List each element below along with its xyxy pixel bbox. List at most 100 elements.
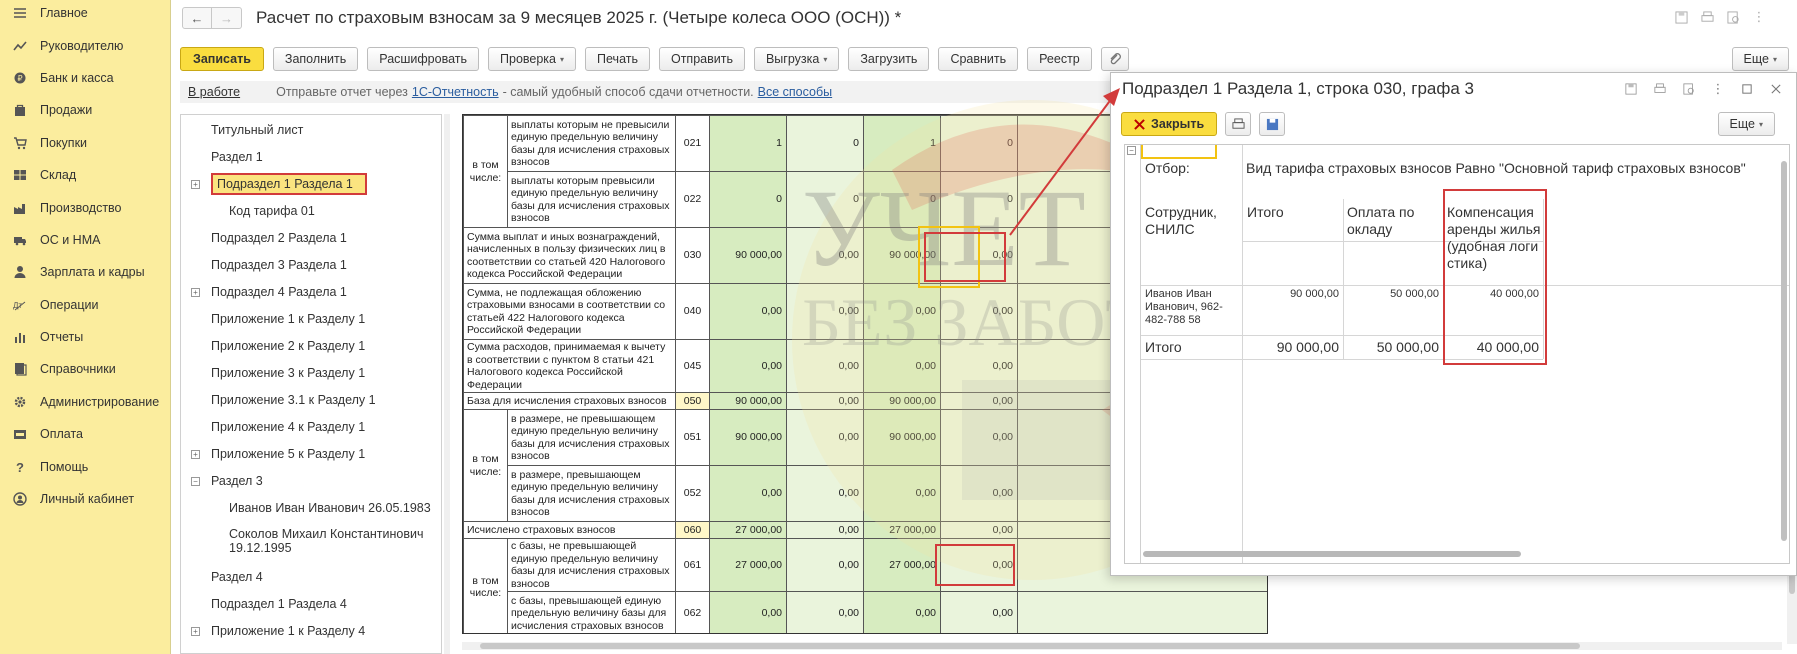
value-cell[interactable]: 0,00	[709, 283, 787, 340]
value-cell[interactable]: 0,00	[940, 538, 1018, 592]
value-cell[interactable]: 0,00	[863, 339, 941, 393]
value-cell[interactable]: 0,00	[709, 591, 787, 633]
sidebar-item[interactable]: Оплата	[0, 418, 170, 450]
value-cell[interactable]: 27 000,00	[863, 538, 941, 592]
scroll-thumb[interactable]	[1781, 161, 1787, 541]
close-icon[interactable]	[1768, 81, 1784, 97]
reporting-link[interactable]: 1С-Отчетность	[412, 85, 499, 99]
sidebar-item[interactable]: ОС и НМА	[0, 224, 170, 256]
value-cell[interactable]: 0,00	[940, 465, 1018, 522]
tree-item[interactable]: + Приложение 5 к Разделу 1	[181, 443, 441, 465]
value-cell[interactable]: 90 000,00	[709, 227, 787, 284]
value-cell[interactable]: 0,00	[940, 283, 1018, 340]
back-button[interactable]: ←	[182, 7, 212, 29]
forward-button[interactable]: →	[212, 7, 242, 29]
sidebar-item[interactable]: Главное	[0, 0, 170, 29]
value-cell[interactable]: 0	[863, 171, 941, 228]
tree-item[interactable]: Раздел 1	[181, 146, 441, 168]
expand-icon[interactable]: +	[191, 287, 200, 297]
value-cell[interactable]: 0,00	[786, 409, 864, 466]
send-button[interactable]: Отправить	[658, 47, 745, 71]
value-cell[interactable]: 90 000,00	[863, 227, 941, 284]
preview-icon[interactable]	[1725, 9, 1741, 25]
value-cell[interactable]: 0,00	[940, 591, 1018, 633]
value-cell[interactable]: 1	[863, 115, 941, 172]
value-cell[interactable]: 0,00	[709, 465, 787, 522]
print-button[interactable]	[1225, 112, 1252, 136]
status-link[interactable]: В работе	[188, 85, 240, 99]
tree-item[interactable]: Приложение 3 к Разделу 1	[181, 362, 441, 384]
tree-item[interactable]: Приложение 2 к Разделу 1	[181, 335, 441, 357]
tree-item[interactable]: − Раздел 3	[181, 470, 441, 492]
sidebar-item[interactable]: Производство	[0, 191, 170, 223]
sidebar-item[interactable]: Продажи	[0, 94, 170, 126]
tree-item[interactable]: Раздел 4	[181, 566, 441, 588]
compare-button[interactable]: Сравнить	[938, 47, 1019, 71]
value-cell[interactable]: 0,00	[786, 339, 864, 393]
value-cell[interactable]: 0,00	[786, 227, 864, 284]
tree-item[interactable]: Приложение 1 к Разделу 1	[181, 308, 441, 330]
tree-item[interactable]: Соколов Михаил Константинович 19.12.1995	[181, 524, 441, 558]
scroll-thumb[interactable]	[1143, 551, 1521, 557]
sidebar-item[interactable]: Дт Операции	[0, 289, 170, 321]
tree-item[interactable]: Иванов Иван Иванович 26.05.1983	[181, 497, 441, 519]
value-cell[interactable]: 0	[940, 115, 1018, 172]
value-cell[interactable]: 0	[786, 171, 864, 228]
value-cell[interactable]: 0,00	[940, 227, 1018, 284]
tree-scrollbar[interactable]	[444, 114, 450, 654]
all-methods-link[interactable]: Все способы	[758, 85, 832, 99]
expand-icon[interactable]: +	[191, 179, 200, 189]
fill-button[interactable]: Заполнить	[272, 47, 359, 71]
value-cell[interactable]: 0,00	[940, 409, 1018, 466]
sidebar-item[interactable]: Руководителю	[0, 29, 170, 61]
value-cell[interactable]: 90 000,00	[709, 392, 787, 410]
tree-item[interactable]: Подраздел 1 Раздела 4	[181, 593, 441, 615]
more-button[interactable]: Еще ▾	[1731, 47, 1789, 71]
value-cell[interactable]: 0	[786, 115, 864, 172]
print-icon[interactable]	[1652, 81, 1668, 97]
tree-item[interactable]: Подраздел 3 Раздела 1	[181, 254, 441, 276]
value-cell[interactable]: 90 000,00	[709, 409, 787, 466]
expand-icon[interactable]: +	[191, 449, 200, 459]
record-button[interactable]: Записать	[180, 47, 264, 71]
tree-item[interactable]: + Подраздел 4 Раздела 1	[181, 281, 441, 303]
dialog-more-button[interactable]: Еще ▾	[1717, 112, 1775, 136]
value-cell[interactable]: 0,00	[786, 392, 864, 410]
decode-button[interactable]: Расшифровать	[367, 47, 480, 71]
value-cell[interactable]: 90 000,00	[863, 409, 941, 466]
value-cell[interactable]: 0,00	[940, 392, 1018, 410]
value-cell[interactable]: 0	[709, 171, 787, 228]
print-button[interactable]: Печать	[585, 47, 650, 71]
export-button[interactable]: Выгрузка ▾	[753, 47, 840, 71]
value-cell[interactable]: 0,00	[863, 283, 941, 340]
value-cell[interactable]: 0,00	[940, 339, 1018, 393]
tree-item[interactable]: Подраздел 2 Раздела 1	[181, 227, 441, 249]
close-button[interactable]: Закрыть	[1121, 112, 1218, 136]
save-button[interactable]	[1259, 112, 1286, 136]
value-cell[interactable]: 0,00	[940, 521, 1018, 539]
value-cell[interactable]: 0,00	[786, 538, 864, 592]
value-cell[interactable]: 0,00	[863, 591, 941, 633]
value-cell[interactable]: 0,00	[709, 339, 787, 393]
sidebar-item[interactable]: Справочники	[0, 353, 170, 385]
scroll-thumb[interactable]	[480, 643, 1580, 649]
more-vertical-icon[interactable]: ⋮	[1710, 81, 1726, 97]
value-cell[interactable]: 0,00	[786, 591, 864, 633]
attach-button[interactable]	[1100, 47, 1129, 71]
sidebar-item[interactable]: Зарплата и кадры	[0, 256, 170, 288]
sidebar-item[interactable]: Отчеты	[0, 321, 170, 353]
tree-item[interactable]: + Приложение 1 к Разделу 4	[181, 620, 441, 642]
collapse-icon[interactable]: −	[1127, 146, 1136, 155]
value-cell[interactable]: 0,00	[786, 465, 864, 522]
tree-item[interactable]: + Подраздел 1 Раздела 1	[181, 173, 441, 195]
preview-icon[interactable]	[1681, 81, 1697, 97]
value-cell[interactable]: 0,00	[863, 465, 941, 522]
sidebar-item[interactable]: Покупки	[0, 127, 170, 159]
check-button[interactable]: Проверка ▾	[488, 47, 577, 71]
tree-item[interactable]: Титульный лист	[181, 119, 441, 141]
more-vertical-icon[interactable]: ⋮	[1751, 9, 1767, 25]
value-cell[interactable]: 27 000,00	[709, 521, 787, 539]
save-icon[interactable]	[1673, 9, 1689, 25]
registry-button[interactable]: Реестр	[1027, 47, 1092, 71]
dialog-horizontal-scrollbar[interactable]	[1141, 549, 1789, 559]
